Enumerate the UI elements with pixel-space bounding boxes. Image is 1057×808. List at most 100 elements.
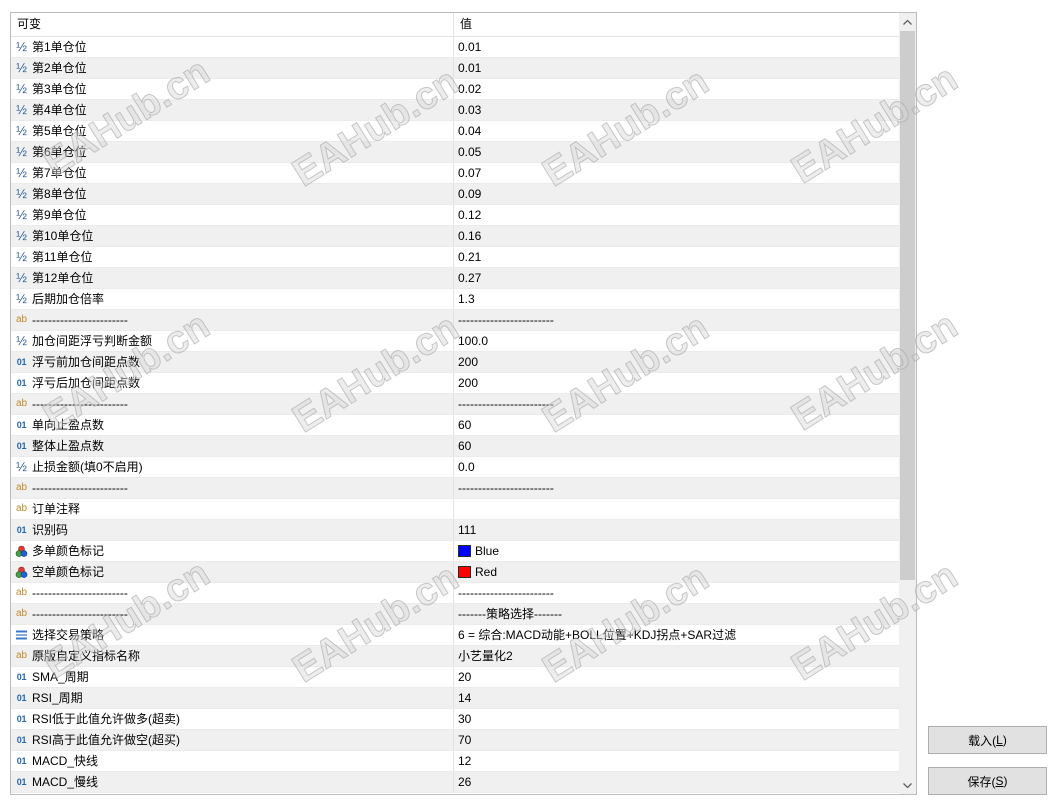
param-name-cell: 01 RSI_周期 xyxy=(11,688,454,708)
param-value-cell[interactable]: 200 xyxy=(454,352,899,372)
param-row[interactable]: ½ 第6单仓位 0.05 xyxy=(11,142,899,163)
param-row[interactable]: ½ 第3单仓位 0.02 xyxy=(11,79,899,100)
param-row[interactable]: 01 MACD_快线 12 xyxy=(11,751,899,772)
param-row[interactable]: ½ 第2单仓位 0.01 xyxy=(11,58,899,79)
chevron-up-icon xyxy=(903,19,912,25)
param-row[interactable]: ½ 第8单仓位 0.09 xyxy=(11,184,899,205)
param-value-cell[interactable]: 0.01 xyxy=(454,37,899,57)
param-value-cell[interactable]: ------------------------ xyxy=(454,394,899,414)
param-row[interactable]: ½ 第9单仓位 0.12 xyxy=(11,205,899,226)
param-row[interactable]: ½ 第4单仓位 0.03 xyxy=(11,100,899,121)
param-row[interactable]: 01 MACD_慢线 26 xyxy=(11,772,899,793)
param-value-cell[interactable]: 1.3 xyxy=(454,289,899,309)
param-value: 70 xyxy=(458,733,472,747)
param-row[interactable]: ab ------------------------ ------------… xyxy=(11,394,899,415)
param-row[interactable]: 01 浮亏后加仓间距点数 200 xyxy=(11,373,899,394)
param-value-cell[interactable]: 0.27 xyxy=(454,268,899,288)
param-value: 6 = 综合:MACD动能+BOLL位置+KDJ拐点+SAR过滤 xyxy=(458,628,737,642)
scroll-up-button[interactable] xyxy=(899,13,916,30)
param-value-cell[interactable]: 111 xyxy=(454,520,899,540)
param-value-cell[interactable]: 14 xyxy=(454,688,899,708)
param-row[interactable]: ab ------------------------ -------策略选择-… xyxy=(11,604,899,625)
param-name: 第9单仓位 xyxy=(32,208,87,222)
param-value: 0.02 xyxy=(458,82,482,96)
load-button[interactable]: 载入(L) xyxy=(928,726,1047,754)
param-row[interactable]: 01 RSI高于此值允许做空(超买) 70 xyxy=(11,730,899,751)
param-row[interactable]: 01 识别码 111 xyxy=(11,520,899,541)
param-row[interactable]: 选择交易策略 6 = 综合:MACD动能+BOLL位置+KDJ拐点+SAR过滤 xyxy=(11,625,899,646)
integer-param-icon: 01 xyxy=(16,441,27,451)
param-row[interactable]: 01 RSI_周期 14 xyxy=(11,688,899,709)
param-value-cell[interactable]: Red xyxy=(454,562,899,582)
param-value-cell[interactable]: 0.12 xyxy=(454,205,899,225)
param-value-cell[interactable]: 200 xyxy=(454,373,899,393)
param-value-cell[interactable]: 0.04 xyxy=(454,121,899,141)
param-row[interactable]: 01 RSI低于此值允许做多(超卖) 30 xyxy=(11,709,899,730)
param-value-cell[interactable]: 0.07 xyxy=(454,163,899,183)
param-value-cell[interactable]: 20 xyxy=(454,667,899,687)
vertical-scrollbar[interactable] xyxy=(899,13,916,794)
param-row[interactable]: ½ 后期加仓倍率 1.3 xyxy=(11,289,899,310)
param-value-cell[interactable]: 100.0 xyxy=(454,331,899,351)
param-row[interactable]: 01 浮亏前加仓间距点数 200 xyxy=(11,352,899,373)
param-row[interactable]: ab ------------------------ ------------… xyxy=(11,478,899,499)
param-value-cell[interactable]: -------策略选择------- xyxy=(454,604,899,624)
param-value-cell[interactable]: 0.03 xyxy=(454,100,899,120)
param-name: 单向止盈点数 xyxy=(32,418,105,432)
param-row[interactable]: ab 订单注释 xyxy=(11,499,899,520)
param-row[interactable]: ab 原版自定义指标名称 小艺量化2 xyxy=(11,646,899,667)
param-row[interactable]: ½ 加仓间距浮亏判断金额 100.0 xyxy=(11,331,899,352)
param-value-cell[interactable]: 30 xyxy=(454,709,899,729)
param-value-cell[interactable]: 0.0 xyxy=(454,457,899,477)
param-name-cell: ab ------------------------ xyxy=(11,310,454,330)
param-value: 26 xyxy=(458,775,472,789)
param-value-cell[interactable]: 0.01 xyxy=(454,58,899,78)
param-row[interactable]: 01 单向止盈点数 60 xyxy=(11,415,899,436)
save-button[interactable]: 保存(S) xyxy=(928,767,1047,795)
param-row[interactable]: 01 SMA_周期 20 xyxy=(11,667,899,688)
param-value-cell[interactable]: ------------------------ xyxy=(454,310,899,330)
param-value-cell[interactable]: 70 xyxy=(454,730,899,750)
param-value: Red xyxy=(475,565,498,579)
param-value-cell[interactable]: 小艺量化2 xyxy=(454,646,899,666)
save-button-label-end: ) xyxy=(1003,774,1008,788)
param-name: MACD_快线 xyxy=(32,754,99,768)
param-row[interactable]: ½ 第5单仓位 0.04 xyxy=(11,121,899,142)
param-name: 第1单仓位 xyxy=(32,40,87,54)
param-row[interactable]: ½ 止损金额(填0不启用) 0.0 xyxy=(11,457,899,478)
param-value-cell[interactable]: 0.05 xyxy=(454,142,899,162)
param-value-cell[interactable] xyxy=(454,499,899,519)
param-row[interactable]: ½ 第11单仓位 0.21 xyxy=(11,247,899,268)
param-value-cell[interactable]: 12 xyxy=(454,751,899,771)
param-name: 第3单仓位 xyxy=(32,82,87,96)
param-row[interactable]: 01 整体止盈点数 60 xyxy=(11,436,899,457)
param-value-cell[interactable]: 0.09 xyxy=(454,184,899,204)
param-row[interactable]: 空单颜色标记 Red xyxy=(11,562,899,583)
param-value-cell[interactable]: 0.16 xyxy=(454,226,899,246)
param-value-cell[interactable]: 0.21 xyxy=(454,247,899,267)
param-value: 200 xyxy=(458,355,479,369)
param-row[interactable]: ½ 第12单仓位 0.27 xyxy=(11,268,899,289)
column-header-variable[interactable]: 可变 xyxy=(11,13,454,36)
string-param-icon: ab xyxy=(15,650,28,661)
column-header-value[interactable]: 值 xyxy=(454,13,899,36)
param-value-cell[interactable]: 0.02 xyxy=(454,79,899,99)
param-name: ------------------------ xyxy=(32,586,128,600)
param-name-cell: ½ 第9单仓位 xyxy=(11,205,454,225)
param-row[interactable]: ½ 第7单仓位 0.07 xyxy=(11,163,899,184)
param-row[interactable]: ab ------------------------ ------------… xyxy=(11,583,899,604)
param-row[interactable]: ab ------------------------ ------------… xyxy=(11,310,899,331)
param-value-cell[interactable]: ------------------------ xyxy=(454,583,899,603)
param-value-cell[interactable]: 60 xyxy=(454,415,899,435)
param-value-cell[interactable]: ------------------------ xyxy=(454,478,899,498)
integer-param-icon: 01 xyxy=(16,735,27,745)
scroll-down-button[interactable] xyxy=(899,777,916,794)
param-row[interactable]: 多单颜色标记 Blue xyxy=(11,541,899,562)
param-value-cell[interactable]: 6 = 综合:MACD动能+BOLL位置+KDJ拐点+SAR过滤 xyxy=(454,625,899,645)
param-value-cell[interactable]: 26 xyxy=(454,772,899,792)
param-row[interactable]: ½ 第1单仓位 0.01 xyxy=(11,37,899,58)
param-value-cell[interactable]: 60 xyxy=(454,436,899,456)
param-value-cell[interactable]: Blue xyxy=(454,541,899,561)
scrollbar-thumb[interactable] xyxy=(900,31,915,580)
param-row[interactable]: ½ 第10单仓位 0.16 xyxy=(11,226,899,247)
